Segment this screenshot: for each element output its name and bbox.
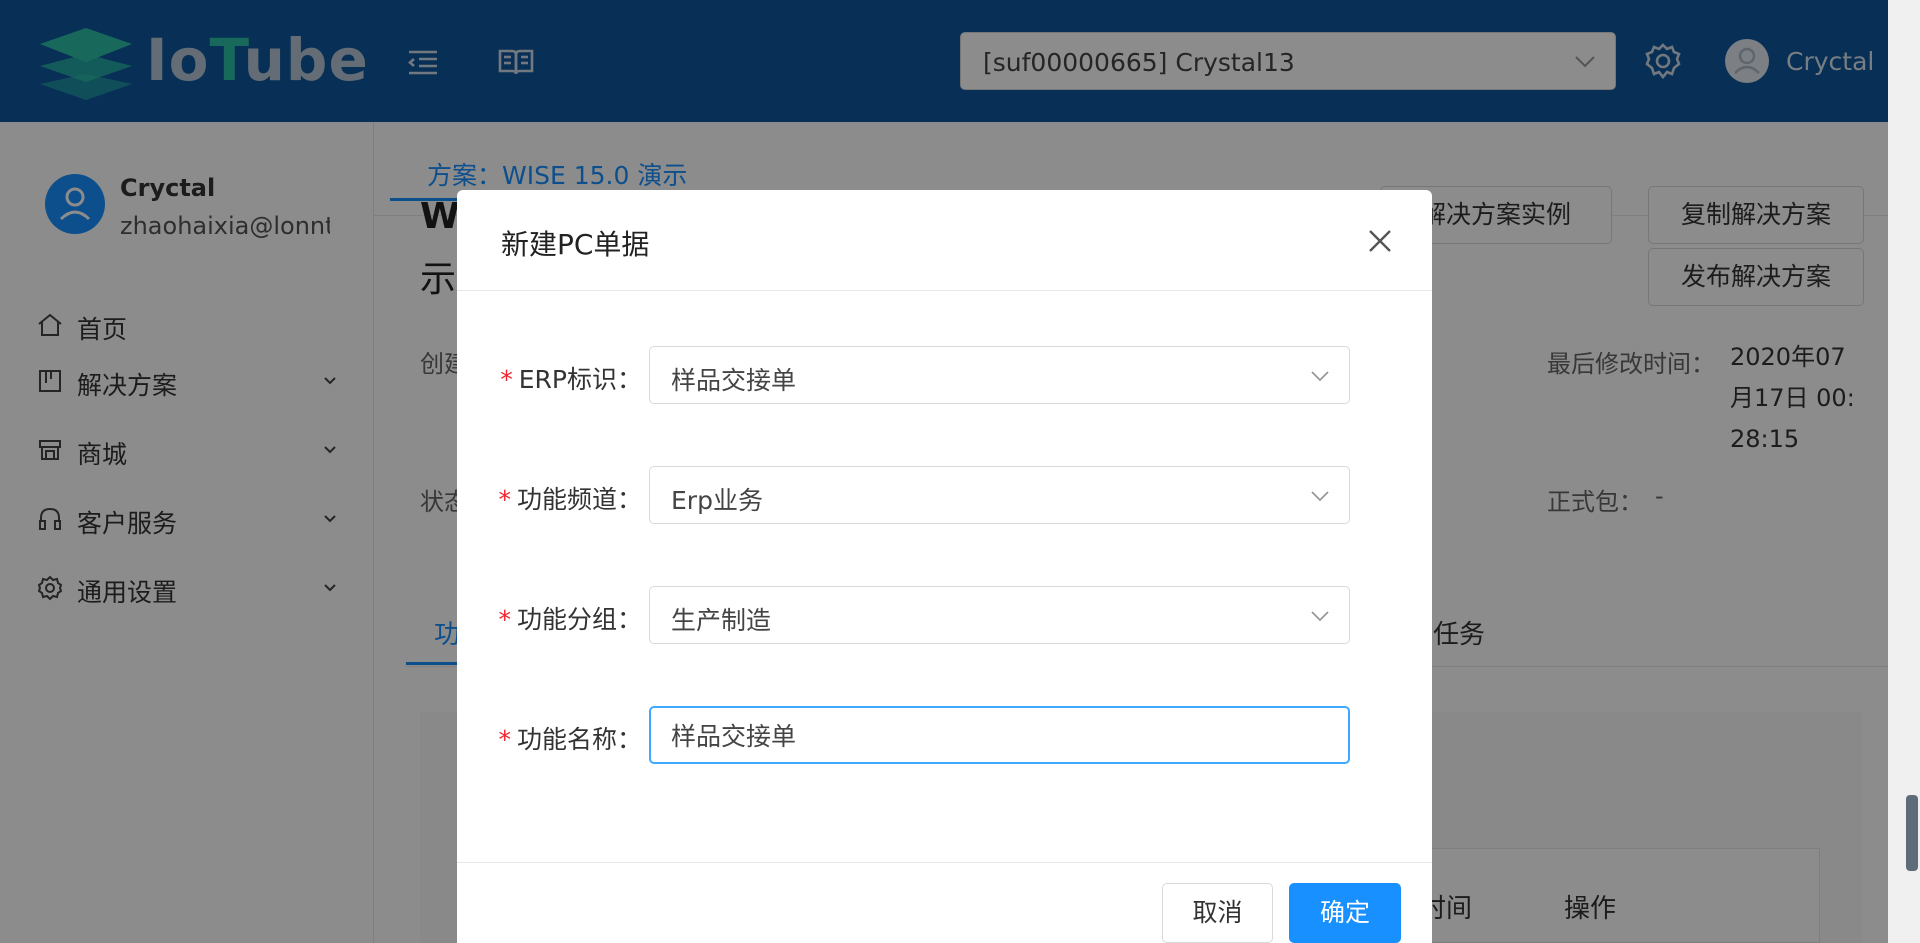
- scrollbar-thumb[interactable]: [1906, 795, 1918, 871]
- required-mark: *: [498, 485, 511, 514]
- erp-id-value: 样品交接单: [671, 366, 797, 395]
- erp-id-label: * ERP标识：: [500, 365, 642, 394]
- form-row-function-channel: * 功能频道： Erp业务: [457, 466, 1432, 526]
- form-row-function-group: * 功能分组： 生产制造: [457, 586, 1432, 646]
- required-mark: *: [498, 725, 511, 754]
- close-icon[interactable]: [1363, 224, 1397, 258]
- required-mark: *: [500, 365, 513, 394]
- function-group-value: 生产制造: [671, 606, 772, 635]
- function-channel-label: * 功能频道：: [498, 485, 642, 514]
- function-name-input[interactable]: [649, 706, 1350, 764]
- modal-header: 新建PC单据: [457, 190, 1432, 291]
- function-group-select[interactable]: 生产制造: [649, 586, 1350, 644]
- confirm-button[interactable]: 确定: [1289, 883, 1401, 943]
- form-row-function-name: * 功能名称：: [457, 706, 1432, 766]
- chevron-down-icon: [1311, 371, 1329, 382]
- function-channel-select[interactable]: Erp业务: [649, 466, 1350, 524]
- modal-title: 新建PC单据: [501, 228, 650, 261]
- chevron-down-icon: [1311, 491, 1329, 502]
- function-group-label: * 功能分组：: [498, 605, 642, 634]
- cancel-button[interactable]: 取消: [1162, 883, 1273, 943]
- modal-footer-divider: [457, 862, 1432, 863]
- new-pc-document-dialog: 新建PC单据 * ERP标识： 样品交接单 * 功能频道： Erp业务 * 功能分组：…: [457, 190, 1432, 943]
- function-name-label: * 功能名称：: [498, 725, 642, 754]
- form-row-erp-id: * ERP标识： 样品交接单: [457, 346, 1432, 406]
- chevron-down-icon: [1311, 611, 1329, 622]
- erp-id-select[interactable]: 样品交接单: [649, 346, 1350, 404]
- function-channel-value: Erp业务: [671, 486, 763, 515]
- required-mark: *: [498, 605, 511, 634]
